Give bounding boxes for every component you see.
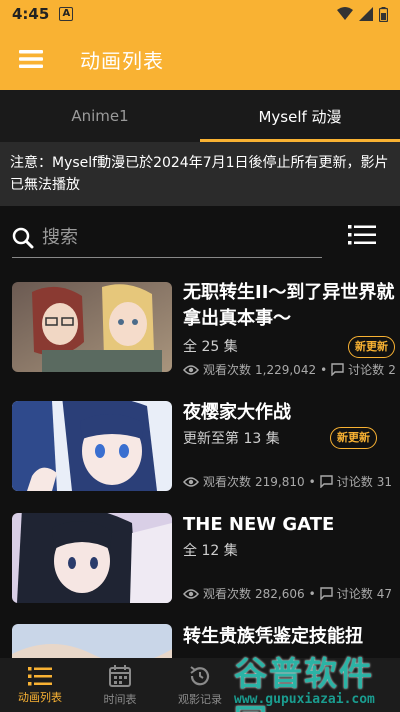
thumbnail — [12, 513, 172, 603]
tab-myself[interactable]: Myself 动漫 — [200, 90, 400, 142]
views-count: 1,229,042 — [255, 362, 317, 377]
search-icon — [12, 227, 34, 248]
status-bar: 4:45 A — [0, 0, 400, 28]
battery-icon — [379, 6, 388, 22]
nav-label: 时间表 — [103, 692, 137, 706]
new-update-badge: 新更新 — [330, 427, 377, 449]
comment-icon — [320, 475, 333, 488]
eye-icon — [183, 588, 199, 599]
list-item[interactable]: 夜樱家大作战 更新至第 13 集 新更新 观看次数 219,810 • 讨论数 … — [0, 392, 400, 504]
comments-count: 47 — [376, 586, 393, 601]
notice-banner: 注意：Myself動漫已於2024年7月1日後停止所有更新，影片已無法播放 — [0, 142, 400, 206]
new-update-badge: 新更新 — [348, 336, 395, 358]
calendar-icon — [109, 664, 131, 687]
views-label: 观看次数 — [203, 587, 252, 601]
stats-row: 观看次数 219,810 • 讨论数 31 — [183, 473, 400, 490]
anime-title: 无职转生II～到了异世界就拿出真本事～ — [183, 282, 395, 329]
list-view-icon — [348, 225, 376, 245]
bottom-nav: 动画列表 时间表 观影记录 — [0, 658, 400, 712]
nav-label: 观影记录 — [178, 692, 222, 706]
anime-title: THE NEW GATE — [183, 514, 335, 535]
source-tabs: Anime1 Myself 动漫 — [0, 90, 400, 142]
comment-icon — [331, 363, 344, 376]
episode-count: 全 25 集 — [183, 339, 238, 355]
nav-label: 动画列表 — [18, 690, 62, 704]
stats-row: 观看次数 1,229,042 • 讨论数 2 — [183, 361, 400, 378]
comments-count: 2 — [388, 362, 396, 377]
notification-icon: A — [59, 7, 74, 21]
search-input[interactable] — [42, 227, 302, 248]
page-title: 动画列表 — [80, 48, 164, 73]
anime-title: 夜樱家大作战 — [183, 402, 291, 423]
app-bar: 动画列表 — [0, 28, 400, 90]
history-icon — [190, 665, 210, 685]
anime-title: 转生贵族凭鉴定技能扭 — [183, 626, 363, 647]
menu-button[interactable] — [0, 28, 62, 90]
list-item[interactable]: THE NEW GATE 全 12 集 观看次数 282,606 • 讨论数 4… — [0, 504, 400, 616]
hamburger-icon — [19, 50, 43, 68]
comments-label: 讨论数 — [336, 475, 373, 489]
list-icon — [28, 666, 52, 685]
comments-label: 讨论数 — [348, 363, 385, 377]
anime-list: 无职转生II～到了异世界就拿出真本事～ 全 25 集 新更新 观看次数 1,22… — [0, 268, 400, 658]
eye-icon — [183, 476, 199, 487]
search-box[interactable] — [12, 218, 322, 258]
signal-icon — [359, 7, 373, 21]
eye-icon — [183, 364, 199, 375]
views-label: 观看次数 — [203, 363, 252, 377]
comment-icon — [320, 587, 333, 600]
status-icons — [337, 6, 388, 22]
comments-label: 讨论数 — [336, 587, 373, 601]
list-item[interactable]: 无职转生II～到了异世界就拿出真本事～ 全 25 集 新更新 观看次数 1,22… — [0, 280, 400, 392]
views-label: 观看次数 — [203, 475, 252, 489]
nav-placeholder — [240, 658, 320, 712]
view-toggle-button[interactable] — [348, 224, 384, 254]
list-item[interactable]: 转生贵族凭鉴定技能扭 — [0, 616, 400, 658]
search-row — [0, 206, 400, 266]
thumbnail — [12, 624, 172, 658]
episode-count: 全 12 集 — [183, 543, 238, 559]
thumbnail — [12, 282, 172, 372]
nav-anime-list[interactable]: 动画列表 — [0, 658, 80, 712]
views-count: 219,810 — [255, 474, 305, 489]
nav-schedule[interactable]: 时间表 — [80, 658, 160, 712]
stats-row: 观看次数 282,606 • 讨论数 47 — [183, 585, 400, 602]
comments-count: 31 — [376, 474, 393, 489]
nav-placeholder — [320, 658, 400, 712]
views-count: 282,606 — [255, 586, 305, 601]
status-time: 4:45 — [12, 5, 50, 23]
nav-history[interactable]: 观影记录 — [160, 658, 240, 712]
wifi-icon — [337, 7, 353, 20]
tab-anime1[interactable]: Anime1 — [0, 90, 200, 142]
thumbnail — [12, 401, 172, 491]
episode-count: 更新至第 13 集 — [183, 431, 280, 447]
